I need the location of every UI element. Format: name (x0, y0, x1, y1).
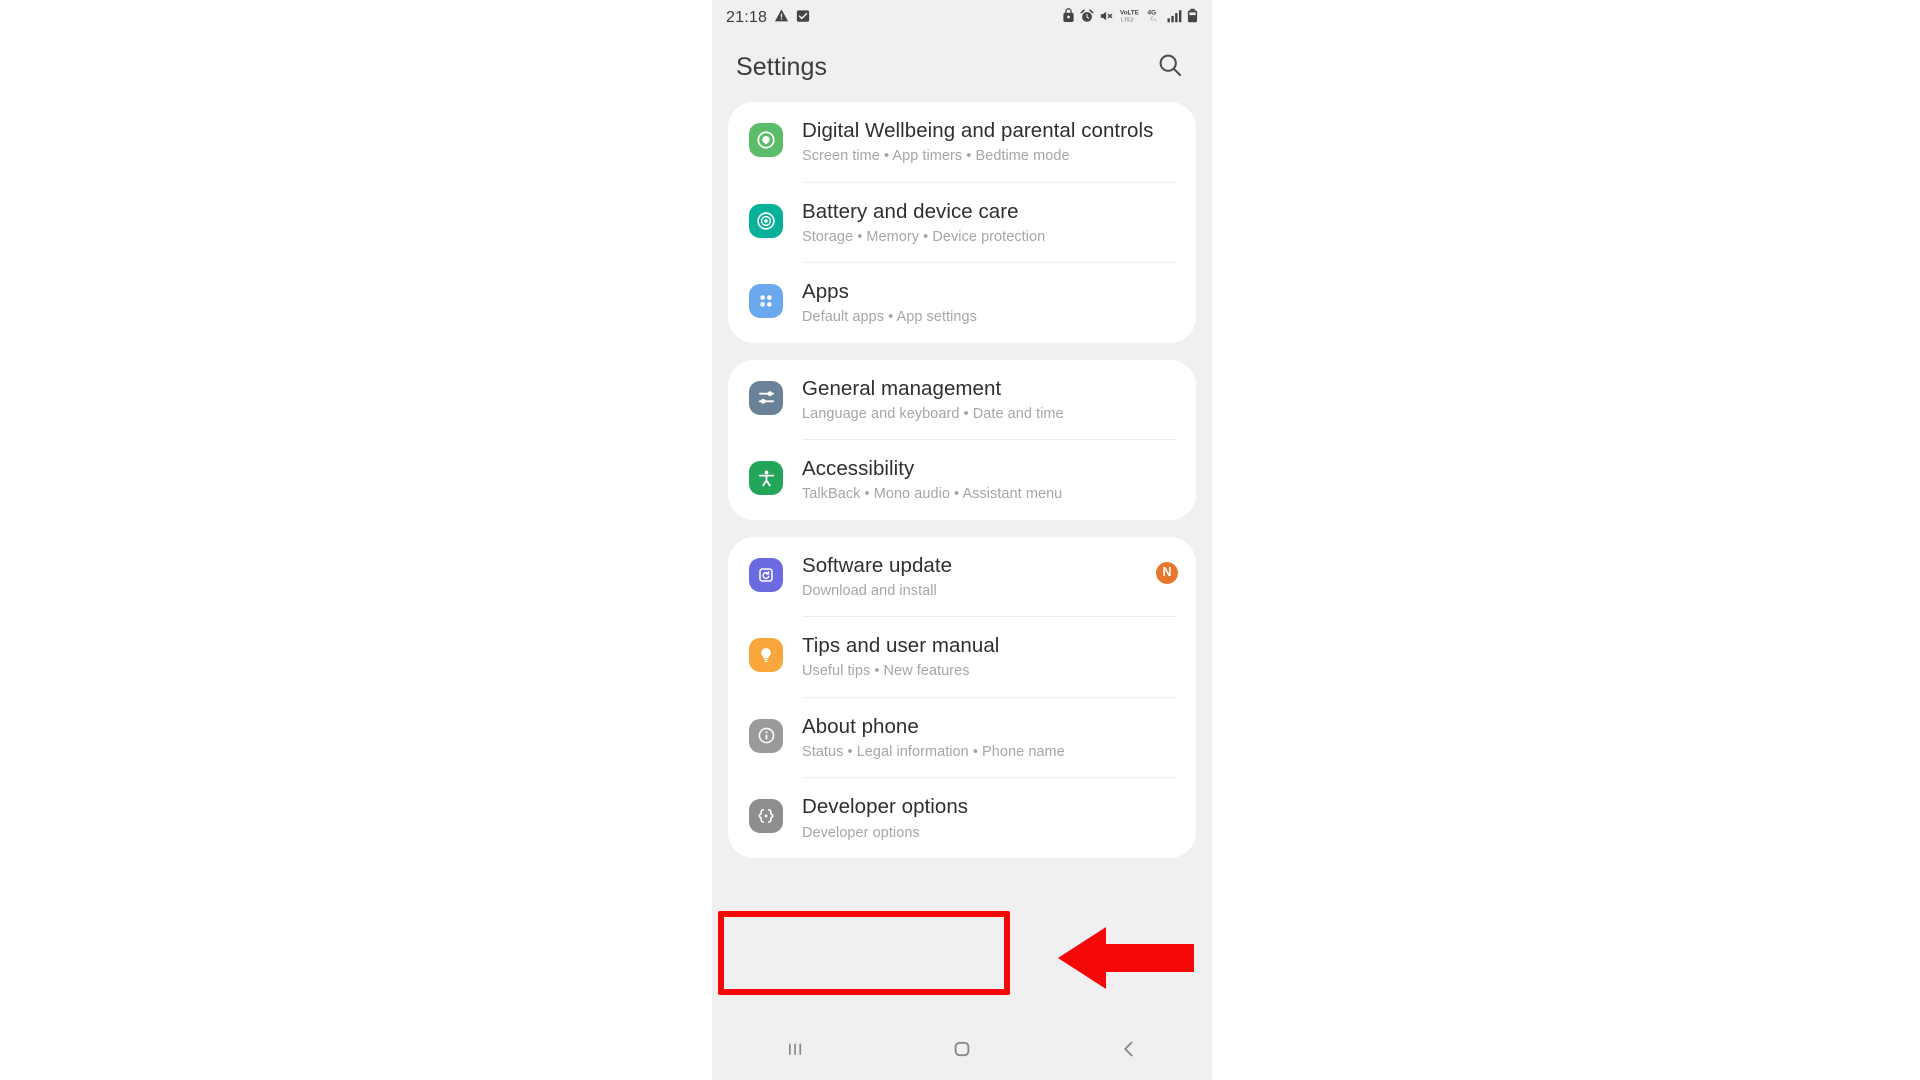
accessibility-person-icon-wrap (747, 459, 785, 497)
lock-icon (1062, 8, 1075, 28)
sliders-icon (749, 380, 783, 415)
volte-icon: VoLTE LTE2 (1119, 8, 1141, 28)
row-title: Digital Wellbeing and parental controls (802, 119, 1154, 142)
home-button[interactable] (927, 1029, 997, 1073)
row-subtitle: Default apps • App settings (802, 309, 977, 326)
software-update-icon (749, 557, 783, 592)
info-circle-icon-wrap (747, 717, 785, 755)
4g-icon: 4G (1146, 8, 1162, 28)
row-subtitle: Useful tips • New features (802, 663, 970, 680)
svg-text:VoLTE: VoLTE (1120, 10, 1139, 17)
lightbulb-icon (749, 638, 783, 673)
row-trailing: N (1148, 553, 1178, 584)
recents-icon (783, 1037, 807, 1066)
settings-row-about-phone[interactable]: About phone Status • Legal information •… (728, 698, 1196, 778)
back-button[interactable] (1094, 1029, 1164, 1073)
warning-triangle-icon (774, 8, 789, 28)
software-update-icon-wrap (747, 556, 785, 594)
row-subtitle: Storage • Memory • Device protection (802, 228, 1046, 245)
row-texts: Tips and user manual Useful tips • New f… (802, 633, 1178, 681)
status-bar-left: 21:18 (726, 8, 810, 28)
row-subtitle: TalkBack • Mono audio • Assistant menu (802, 486, 1063, 503)
battery-device-care-icon-wrap (747, 202, 785, 240)
row-subtitle: Language and keyboard • Date and time (802, 405, 1064, 422)
developer-options-braces-icon-wrap (747, 797, 785, 835)
svg-text:4G: 4G (1147, 10, 1156, 17)
settings-row-digital-wellbeing[interactable]: Digital Wellbeing and parental controls … (728, 102, 1196, 182)
row-texts: General management Language and keyboard… (802, 376, 1178, 424)
search-button[interactable] (1150, 47, 1190, 87)
settings-card-2: General management Language and keyboard… (728, 359, 1196, 520)
settings-card-1: Digital Wellbeing and parental controls … (728, 102, 1196, 343)
status-bar: 21:18 VoLTE LTE2 4G (712, 0, 1212, 36)
row-title: Battery and device care (802, 199, 1019, 223)
settings-list: Digital Wellbeing and parental controls … (712, 102, 1212, 858)
settings-row-software-update[interactable]: Software update Download and install N (728, 537, 1196, 617)
settings-row-general-management[interactable]: General management Language and keyboard… (728, 360, 1196, 440)
checkbox-checked-icon (796, 9, 810, 28)
settings-row-developer-options[interactable]: Developer options Developer options (728, 778, 1196, 858)
back-icon (1117, 1037, 1141, 1066)
settings-card-3: Software update Download and install N T… (728, 536, 1196, 858)
developer-options-braces-icon (749, 799, 783, 834)
home-icon (950, 1037, 974, 1066)
settings-row-battery-device-care[interactable]: Battery and device care Storage • Memory… (728, 183, 1196, 263)
row-texts: Software update Download and install (802, 553, 1148, 601)
info-circle-icon (749, 718, 783, 753)
battery-icon (1187, 8, 1198, 28)
row-texts: Apps Default apps • App settings (802, 279, 1178, 327)
row-subtitle: Download and install (802, 582, 937, 599)
apps-grid-icon-wrap (747, 282, 785, 320)
status-bar-right: VoLTE LTE2 4G (1062, 8, 1198, 28)
app-bar: Settings (712, 36, 1212, 98)
row-subtitle: Screen time • App timers • Bedtime mode (802, 148, 1070, 165)
settings-row-accessibility[interactable]: Accessibility TalkBack • Mono audio • As… (728, 440, 1196, 520)
row-title: Apps (802, 280, 849, 304)
screenshot-canvas: 21:18 VoLTE LTE2 4G Settings Digital Wel… (0, 0, 1920, 1080)
row-title: Software update (802, 553, 953, 577)
settings-row-apps[interactable]: Apps Default apps • App settings (728, 263, 1196, 343)
digital-wellbeing-icon (749, 123, 783, 157)
row-title: Developer options (802, 795, 969, 819)
page-title: Settings (736, 52, 828, 81)
phone-screen: 21:18 VoLTE LTE2 4G Settings Digital Wel… (712, 0, 1212, 1080)
row-texts: About phone Status • Legal information •… (802, 714, 1178, 762)
row-texts: Battery and device care Storage • Memory… (802, 199, 1178, 247)
search-icon (1156, 51, 1184, 84)
accessibility-person-icon (749, 461, 783, 496)
recents-button[interactable] (760, 1029, 830, 1073)
sliders-icon-wrap (747, 379, 785, 417)
battery-device-care-icon (749, 203, 783, 238)
settings-row-tips-user-manual[interactable]: Tips and user manual Useful tips • New f… (728, 617, 1196, 697)
row-title: About phone (802, 714, 919, 738)
status-badge-new: N (1156, 561, 1178, 584)
status-bar-clock: 21:18 (726, 9, 768, 26)
row-subtitle: Status • Legal information • Phone name (802, 744, 1065, 760)
mute-icon (1099, 9, 1114, 28)
row-title: Accessibility (802, 457, 915, 481)
row-texts: Developer options Developer options (802, 794, 1178, 842)
apps-grid-icon (749, 284, 783, 319)
row-texts: Accessibility TalkBack • Mono audio • As… (802, 456, 1178, 504)
row-title: General management (802, 376, 1002, 400)
digital-wellbeing-icon-wrap (747, 121, 785, 159)
alarm-icon (1080, 8, 1094, 28)
signal-bars-icon (1167, 9, 1182, 28)
row-subtitle: Developer options (802, 824, 920, 841)
navigation-bar (712, 1022, 1212, 1080)
row-texts: Digital Wellbeing and parental controls … (802, 118, 1178, 166)
lightbulb-icon-wrap (747, 636, 785, 674)
row-title: Tips and user manual (802, 634, 1000, 658)
svg-text:LTE2: LTE2 (1121, 17, 1134, 23)
